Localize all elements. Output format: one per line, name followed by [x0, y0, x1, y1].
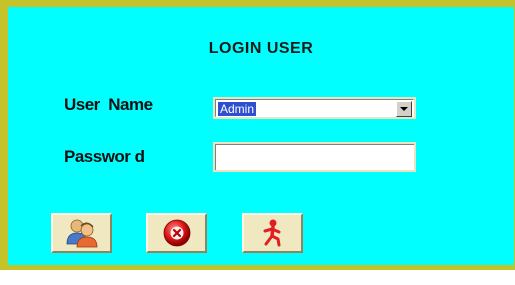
login-panel: LOGIN USER User Name Admin Passwor d: [8, 7, 514, 265]
combo-selected-value: Admin: [218, 102, 257, 116]
cancel-x-icon: [163, 219, 190, 247]
user-name-label: User Name: [64, 95, 153, 114]
password-field[interactable]: [215, 144, 414, 170]
password-field-wrap: [213, 142, 416, 172]
chevron-down-icon: [400, 106, 408, 111]
cancel-button[interactable]: [146, 213, 207, 253]
running-man-icon: [263, 219, 280, 247]
exit-button[interactable]: [242, 213, 303, 253]
password-label: Passwor d: [64, 147, 145, 166]
combo-well: Admin: [215, 99, 414, 117]
users-icon: [66, 219, 97, 248]
login-button[interactable]: [51, 213, 112, 253]
combo-dropdown-button[interactable]: [396, 101, 412, 117]
user-name-combo[interactable]: Admin: [213, 97, 416, 119]
dialog-title: LOGIN USER: [208, 40, 314, 57]
dialog-frame: LOGIN USER User Name Admin Passwor d: [0, 0, 515, 270]
